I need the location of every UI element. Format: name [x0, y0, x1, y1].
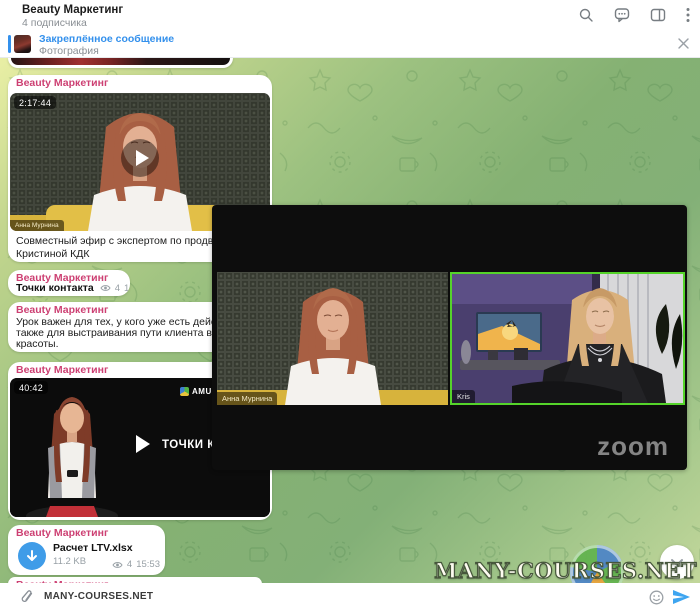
zoom-brand-logo: zoom	[597, 431, 669, 462]
menu-kebab-icon[interactable]	[686, 7, 690, 23]
views-eye-icon	[112, 561, 123, 569]
chat-header: Beauty Маркетинг 4 подписчика	[0, 0, 700, 30]
chat-area: Beauty Маркетинг	[0, 58, 700, 583]
message-time: 15:53	[136, 559, 160, 570]
amu-logo-icon	[180, 387, 189, 396]
message-touchpoints[interactable]: Beauty Маркетинг Точки контакта 4 15:53	[8, 270, 130, 296]
sidebar-toggle-icon[interactable]	[650, 7, 666, 23]
search-icon[interactable]	[578, 7, 594, 23]
zoom-participant-right-active: Kris	[450, 272, 685, 405]
views-count: 4	[115, 283, 120, 294]
views-eye-icon	[100, 284, 111, 292]
message-meta: 4 15:53	[112, 559, 160, 570]
close-pinned-icon[interactable]	[677, 37, 690, 55]
pinned-title: Закреплённое сообщение	[39, 33, 174, 45]
file-name[interactable]: Расчет LTV.xlsx	[53, 542, 133, 554]
sender-name[interactable]: Beauty Маркетинг	[16, 527, 108, 539]
attach-paperclip-icon[interactable]	[20, 589, 35, 610]
sender-name[interactable]: Beauty Маркетинг	[16, 304, 108, 316]
sender-name[interactable]: Beauty Маркетинг	[16, 364, 108, 376]
video-duration-badge: 2:17:44	[14, 96, 56, 109]
download-file-button[interactable]	[18, 542, 46, 570]
message-input[interactable]: MANY-COURSES.NET	[44, 591, 153, 602]
participant-nametag: Анна Мурнина	[10, 220, 64, 231]
sender-name[interactable]: Beauty Маркетинг	[16, 77, 108, 89]
download-arrow-icon	[25, 549, 39, 563]
message-time: 15:53	[124, 283, 130, 294]
message-composer: MANY-COURSES.NET	[0, 583, 700, 611]
views-count: 4	[127, 559, 132, 570]
amu-logo: AMU	[180, 387, 212, 396]
photo-fragment	[11, 58, 230, 65]
telegram-window: Beauty Маркетинг 4 подписчика Закреплённ…	[0, 0, 700, 611]
pinned-accent-bar	[8, 35, 11, 53]
file-size: 11.2 KB	[53, 556, 86, 567]
participant-nametag: Kris	[452, 390, 475, 403]
send-button[interactable]	[672, 589, 691, 610]
message-bold-text: Точки контакта	[16, 282, 94, 294]
channel-title[interactable]: Beauty Маркетинг	[22, 4, 123, 16]
participant-nametag: Анна Мурнина	[217, 392, 277, 405]
emoji-icon[interactable]	[649, 590, 664, 610]
message-meta: 4 15:53	[100, 283, 130, 294]
partial-photo-message[interactable]	[8, 58, 233, 68]
pinned-message-bar[interactable]: Закреплённое сообщение Фотография	[0, 30, 700, 58]
play-button[interactable]	[136, 435, 150, 453]
zoom-call-screenshot[interactable]: Анна Мурнина	[212, 205, 687, 470]
discussion-icon[interactable]	[614, 7, 630, 23]
play-button[interactable]	[121, 139, 159, 177]
video-duration-badge: 40:42	[14, 381, 48, 394]
pinned-photo-thumbnail	[14, 35, 31, 53]
message-file[interactable]: Beauty Маркетинг Расчет LTV.xlsx 11.2 KB…	[8, 525, 165, 575]
pinned-subtitle: Фотография	[39, 45, 99, 57]
channel-subscribers: 4 подписчика	[22, 17, 87, 29]
zoom-participant-left: Анна Мурнина	[217, 272, 448, 405]
watermark-text: MANY-COURSES.NET	[434, 558, 697, 583]
